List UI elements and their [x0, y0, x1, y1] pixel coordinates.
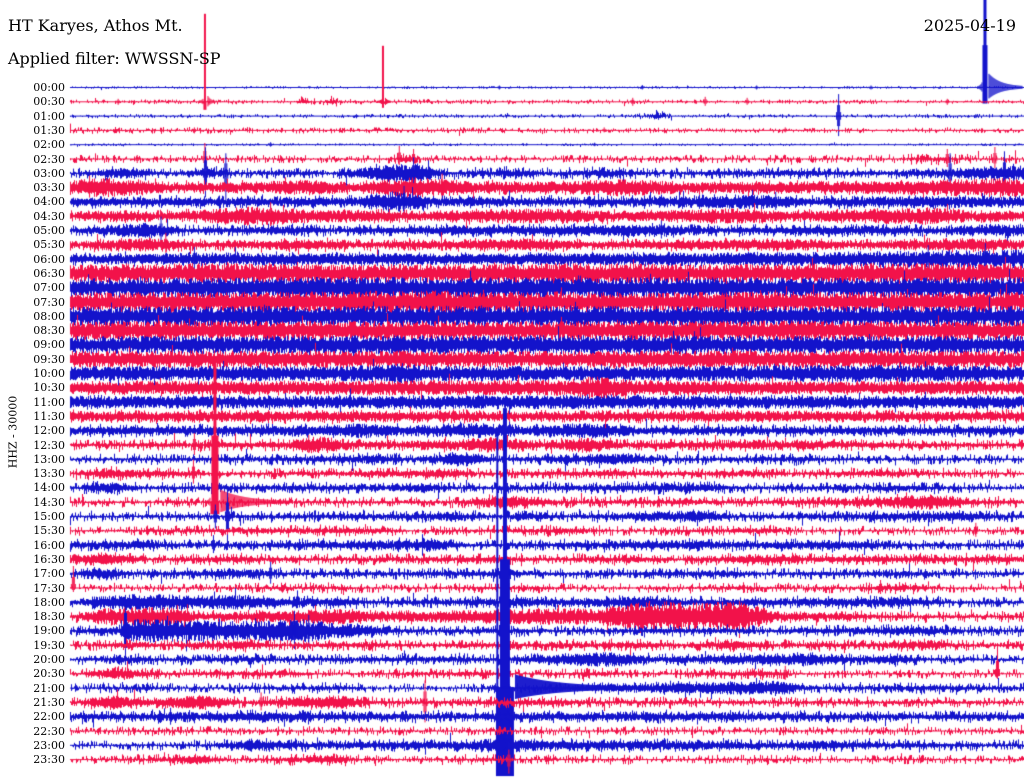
trace-time-label: 00:30	[33, 95, 65, 109]
trace-time-label: 13:00	[33, 452, 65, 466]
trace-time-label: 05:30	[33, 238, 65, 252]
trace-time-label: 08:30	[33, 324, 65, 338]
trace-time-label: 07:00	[33, 281, 65, 295]
trace-time-label: 01:00	[33, 109, 65, 123]
helicorder-canvas	[0, 0, 1024, 780]
trace-time-label: 09:30	[33, 352, 65, 366]
trace-time-label: 15:30	[33, 524, 65, 538]
trace-time-label: 03:30	[33, 181, 65, 195]
trace-time-label: 12:00	[33, 424, 65, 438]
trace-time-label: 00:00	[33, 81, 65, 94]
trace-time-label: 14:00	[33, 481, 65, 495]
date-label: 2025-04-19	[923, 16, 1016, 35]
trace-time-label: 20:30	[33, 667, 65, 681]
trace-time-label: 04:30	[33, 209, 65, 223]
trace-time-label: 21:00	[33, 681, 65, 695]
trace-time-label: 09:00	[33, 338, 65, 352]
trace-time-label: 08:00	[33, 309, 65, 323]
trace-time-label: 03:00	[33, 166, 65, 180]
trace-time-label: 02:30	[33, 152, 65, 166]
trace-time-label: 23:00	[33, 738, 65, 752]
trace-time-label: 22:00	[33, 710, 65, 724]
trace-time-label: 18:30	[33, 610, 65, 624]
channel-scale-label: HHZ - 30000	[6, 395, 20, 469]
trace-time-label: 05:00	[33, 224, 65, 237]
trace-time-label: 18:00	[33, 595, 65, 609]
trace-time-label: 15:00	[33, 510, 65, 523]
trace-time-label: 06:30	[33, 266, 65, 280]
trace-time-label: 13:30	[33, 467, 65, 481]
trace-time-label: 11:00	[33, 395, 65, 409]
trace-time-label: 17:00	[33, 567, 65, 581]
trace-time-label: 12:30	[33, 438, 65, 452]
trace-time-label: 11:30	[33, 409, 65, 423]
trace-time-label: 10:00	[33, 367, 65, 380]
trace-time-label: 04:00	[33, 195, 65, 209]
applied-filter-label: Applied filter: WWSSN-SP	[8, 49, 221, 68]
trace-time-label: 22:30	[33, 724, 65, 738]
trace-time-label: 23:30	[33, 753, 65, 767]
trace-time-label: 19:00	[33, 624, 65, 638]
helicorder-page: HT Karyes, Athos Mt. Applied filter: WWS…	[0, 0, 1024, 780]
trace-time-label: 10:30	[33, 381, 65, 395]
trace-time-label: 19:30	[33, 638, 65, 652]
station-title: HT Karyes, Athos Mt.	[8, 16, 183, 35]
trace-time-label: 16:00	[33, 538, 65, 552]
trace-time-label: 01:30	[33, 123, 65, 137]
trace-time-label: 21:30	[33, 695, 65, 709]
trace-time-label: 14:30	[33, 495, 65, 509]
trace-time-label: 20:00	[33, 653, 65, 666]
trace-time-label: 16:30	[33, 552, 65, 566]
trace-time-label: 02:00	[33, 138, 65, 152]
trace-time-label: 06:00	[33, 252, 65, 266]
trace-time-label: 17:30	[33, 581, 65, 595]
trace-time-label: 07:30	[33, 295, 65, 309]
